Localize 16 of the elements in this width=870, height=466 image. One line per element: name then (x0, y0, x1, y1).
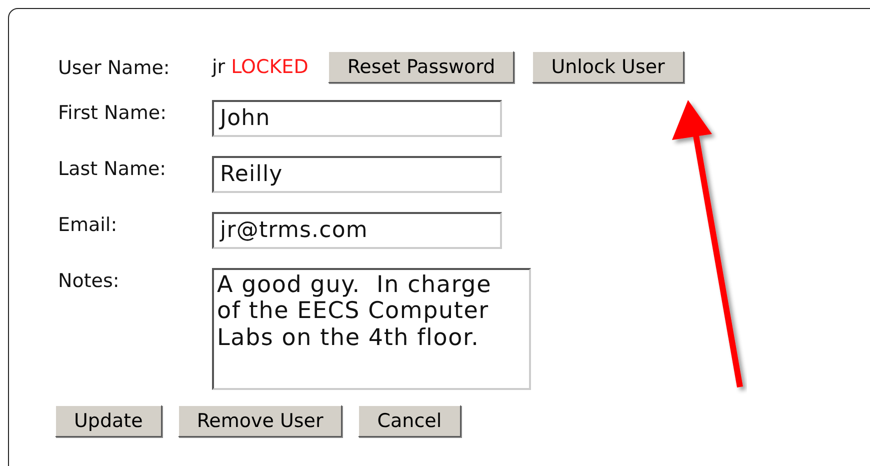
action-button[interactable]: Unlock User (532, 51, 684, 83)
field-label: Notes: (58, 269, 120, 292)
input-field[interactable]: John (212, 100, 502, 137)
action-button[interactable]: Cancel (358, 405, 461, 437)
field-label: First Name: (58, 101, 168, 124)
username-value: jr (212, 56, 226, 78)
notes-field[interactable]: A good guy. In charge of the EECS Computer Labs on the 4th floor. (212, 268, 531, 390)
field-label: Email: (58, 213, 118, 236)
status-text: LOCKED (231, 56, 308, 78)
action-button[interactable]: Update (55, 405, 162, 437)
input-field[interactable]: Reilly (212, 156, 502, 193)
field-label: Last Name: (58, 157, 168, 180)
input-field[interactable]: jr@trms.com (212, 212, 502, 249)
field-label: User Name: (58, 56, 171, 79)
action-button[interactable]: Remove User (178, 405, 342, 437)
action-button[interactable]: Reset Password (328, 51, 514, 83)
